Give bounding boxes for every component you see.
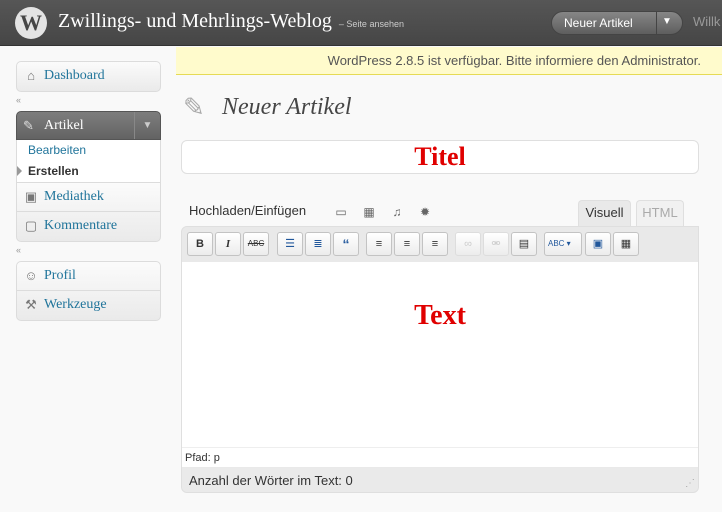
- collapse-arrow-icon[interactable]: «: [16, 245, 21, 255]
- blockquote-icon[interactable]: “: [333, 232, 359, 256]
- menu-item-artikel[interactable]: ✎ Artikel ▼: [16, 111, 161, 140]
- update-notice: WordPress 2.8.5 ist verfügbar. Bitte inf…: [176, 47, 722, 75]
- user-greeting[interactable]: Willk: [693, 14, 720, 29]
- menu-item-label: Mediathek: [44, 189, 104, 204]
- menu-item-label: Kommentare: [44, 218, 118, 233]
- users-icon: ☺: [24, 268, 38, 283]
- pushpin-icon: ✎: [183, 92, 205, 122]
- align-center-icon[interactable]: ≡: [394, 232, 420, 256]
- add-audio-icon[interactable]: ♫: [390, 205, 404, 219]
- chevron-down-icon[interactable]: ▼: [662, 16, 672, 27]
- media-icon: ▣: [24, 189, 38, 204]
- tools-icon: ⚒: [25, 297, 37, 312]
- add-video-icon[interactable]: ▦: [362, 205, 376, 219]
- resize-grip-icon[interactable]: ⋰: [685, 478, 695, 489]
- submenu-item-erstellen[interactable]: Erstellen: [17, 161, 160, 182]
- wordpress-logo-icon: W: [15, 7, 47, 39]
- kitchen-sink-icon[interactable]: ▦: [613, 232, 639, 256]
- favorite-separator: [656, 12, 657, 34]
- favorite-actions[interactable]: Neuer Artikel ▼: [551, 11, 683, 35]
- align-right-icon[interactable]: ≡: [422, 232, 448, 256]
- fullscreen-icon[interactable]: ▣: [585, 232, 611, 256]
- menu-item-profil[interactable]: ☺ Profil: [17, 262, 160, 291]
- pushpin-icon: ✎: [23, 118, 34, 133]
- media-upload-label: Hochladen/Einfügen: [189, 203, 307, 218]
- spellcheck-button[interactable]: ABC ▾: [544, 232, 582, 256]
- menu-group-media: ▣ Mediathek ▢ Kommentare: [16, 183, 161, 242]
- editor-toolbar: B I ABC ☰ ≣ “ ≡ ≡ ≡ ∞ ⚮ ▤ ABC ▾ ▣ ▦: [182, 227, 698, 262]
- menu-separator[interactable]: «: [16, 92, 161, 111]
- collapse-arrow-icon[interactable]: «: [16, 95, 21, 105]
- strikethrough-button[interactable]: ABC: [243, 232, 269, 256]
- link-icon[interactable]: ∞: [455, 232, 481, 256]
- menu-item-label: Werkzeuge: [44, 297, 107, 312]
- admin-menu: ⌂ Dashboard « ✎ Artikel ▼ Bearbeiten Ers…: [16, 61, 161, 321]
- menu-group-content: ✎ Artikel ▼ Bearbeiten Erstellen ▣ Media…: [16, 111, 161, 242]
- editor-path: Pfad: p: [182, 447, 698, 467]
- site-name: Zwillings- und Mehrlings-Weblog: [58, 10, 332, 32]
- menu-item-mediathek[interactable]: ▣ Mediathek: [17, 183, 160, 212]
- comment-icon: ▢: [24, 218, 38, 233]
- menu-toggle-icon[interactable]: ▼: [134, 112, 160, 139]
- align-left-icon[interactable]: ≡: [366, 232, 392, 256]
- tab-html[interactable]: HTML: [636, 200, 684, 226]
- menu-separator[interactable]: «: [16, 242, 161, 261]
- admin-header: W Zwillings- und Mehrlings-Weblog – Seit…: [0, 0, 722, 46]
- tab-visual[interactable]: Visuell: [578, 200, 631, 226]
- spellcheck-label: ABC: [548, 239, 565, 248]
- menu-item-werkzeuge[interactable]: ⚒ Werkzeuge: [17, 291, 160, 320]
- favorite-action-label[interactable]: Neuer Artikel: [564, 16, 633, 30]
- site-title: Zwillings- und Mehrlings-Weblog – Seite …: [58, 10, 404, 33]
- bullet-list-icon[interactable]: ☰: [277, 232, 303, 256]
- numbered-list-icon[interactable]: ≣: [305, 232, 331, 256]
- add-media-icon[interactable]: ✹: [418, 205, 432, 219]
- menu-item-label: Artikel: [44, 118, 84, 133]
- add-image-icon[interactable]: ▭: [334, 205, 348, 219]
- unlink-icon[interactable]: ⚮: [483, 232, 509, 256]
- italic-button[interactable]: I: [215, 232, 241, 256]
- menu-group-users: ☺ Profil ⚒ Werkzeuge: [16, 261, 161, 321]
- menu-item-kommentare[interactable]: ▢ Kommentare: [17, 212, 160, 241]
- menu-group-dashboard: ⌂ Dashboard: [16, 61, 161, 92]
- menu-item-label: Dashboard: [44, 68, 105, 83]
- more-tag-icon[interactable]: ▤: [511, 232, 537, 256]
- page-title: Neuer Artikel: [222, 94, 352, 120]
- menu-item-label: Profil: [44, 268, 76, 283]
- home-icon: ⌂: [27, 68, 35, 83]
- bold-button[interactable]: B: [187, 232, 213, 256]
- menu-item-dashboard[interactable]: ⌂ Dashboard: [17, 62, 160, 91]
- artikel-submenu: Bearbeiten Erstellen: [16, 140, 161, 183]
- title-input[interactable]: Titel: [181, 140, 699, 174]
- submenu-item-bearbeiten[interactable]: Bearbeiten: [17, 140, 160, 161]
- word-count: Anzahl der Wörter im Text: 0: [182, 468, 698, 492]
- editor-body[interactable]: Text: [182, 262, 698, 447]
- post-editor: B I ABC ☰ ≣ “ ≡ ≡ ≡ ∞ ⚮ ▤ ABC ▾ ▣ ▦ Text…: [181, 226, 699, 493]
- view-site-link[interactable]: – Seite ansehen: [339, 19, 404, 29]
